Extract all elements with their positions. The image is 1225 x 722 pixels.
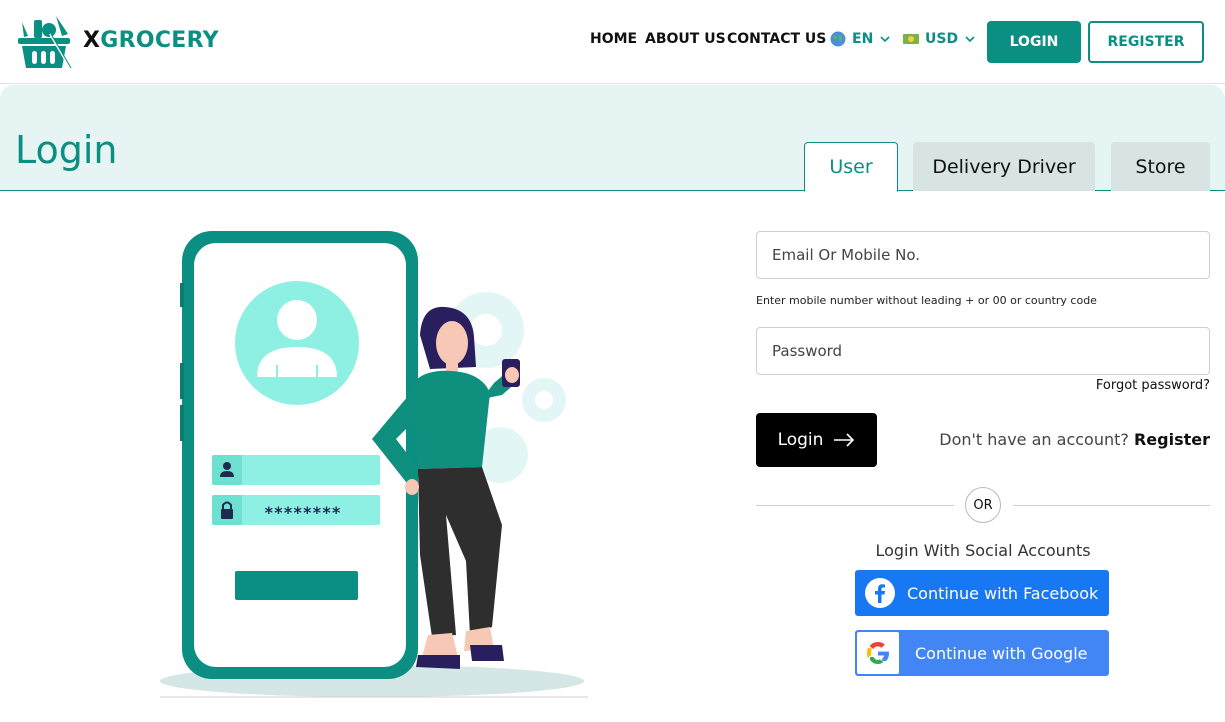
currency-value: USD [925, 31, 959, 47]
google-login-button[interactable]: Continue with Google [855, 630, 1109, 676]
facebook-icon [865, 578, 895, 608]
nav-about-link[interactable]: ABOUT US [645, 31, 726, 47]
tab-user[interactable]: User [804, 142, 898, 192]
arrow-right-icon [834, 433, 855, 447]
globe-icon [830, 31, 846, 47]
illustration-password-mask: ******** [264, 503, 341, 522]
or-divider-badge: OR [965, 487, 1001, 523]
grocery-basket-logo-icon[interactable] [14, 12, 74, 72]
login-submit-label: Login [777, 430, 824, 450]
language-selector[interactable]: EN [830, 31, 891, 47]
language-value: EN [852, 31, 874, 47]
register-link[interactable]: Register [1134, 430, 1210, 449]
no-account-prompt: Don't have an account? Register [939, 430, 1210, 449]
forgot-password-link[interactable]: Forgot password? [1096, 378, 1210, 393]
tab-store[interactable]: Store [1111, 142, 1210, 191]
currency-selector[interactable]: USD [903, 31, 976, 47]
google-icon-box [857, 632, 899, 674]
facebook-login-button[interactable]: Continue with Facebook [855, 570, 1109, 616]
password-input[interactable] [756, 327, 1210, 375]
facebook-login-label: Continue with Facebook [907, 583, 1099, 603]
divider-left [756, 505, 954, 506]
brand-rest: GROCERY [100, 28, 219, 53]
social-login-label: Login With Social Accounts [875, 541, 1091, 560]
brand-x: X [83, 28, 101, 53]
google-login-label: Continue with Google [915, 643, 1088, 663]
no-account-text: Don't have an account? [939, 430, 1129, 449]
brand-name[interactable]: XGROCERY [83, 28, 219, 53]
nav-contact-link[interactable]: CONTACT US [727, 31, 826, 47]
cash-icon [903, 34, 919, 44]
chevron-down-icon [965, 36, 975, 43]
divider-right [1013, 505, 1210, 506]
top-header: XGROCERY HOME ABOUT US CONTACT US EN USD… [0, 0, 1225, 84]
login-illustration: ******** [160, 231, 588, 698]
chevron-down-icon [880, 36, 890, 43]
page-title: Login [15, 128, 118, 172]
tab-delivery-driver[interactable]: Delivery Driver [913, 142, 1095, 191]
email-or-mobile-input[interactable] [756, 231, 1210, 279]
email-hint-text: Enter mobile number without leading + or… [756, 294, 1097, 307]
google-icon [867, 642, 889, 664]
login-submit-button[interactable]: Login [756, 413, 877, 467]
header-login-button[interactable]: LOGIN [987, 21, 1081, 63]
nav-home-link[interactable]: HOME [590, 31, 637, 47]
header-register-button[interactable]: REGISTER [1088, 21, 1204, 63]
